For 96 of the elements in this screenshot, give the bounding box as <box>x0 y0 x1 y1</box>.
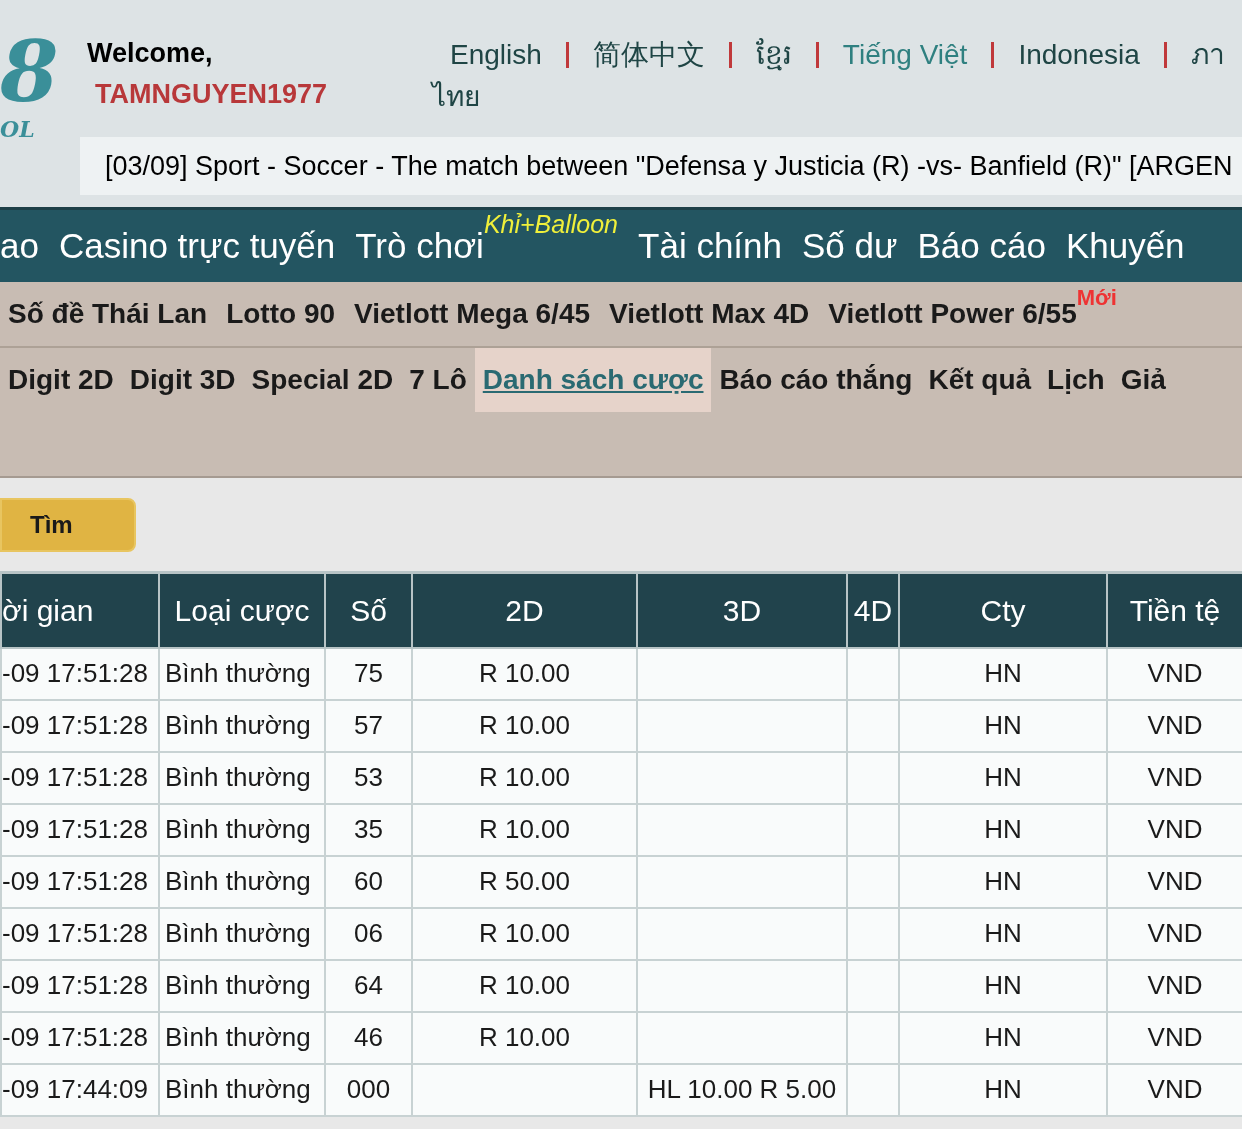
table-cell: -09 17:51:28 <box>2 866 148 896</box>
table-cell: -09 17:51:28 <box>2 918 148 948</box>
table-cell: HN <box>984 658 1022 688</box>
table-cell: HL 10.00 R 5.00 <box>647 1074 837 1104</box>
table-cell: Bình thường <box>165 658 311 688</box>
sub-nav-tab[interactable]: Báo cáo thắng <box>711 348 921 412</box>
table-cell: 57 <box>354 710 383 740</box>
table-cell: 46 <box>354 1022 383 1052</box>
game-link[interactable]: Vietlott Mega 6/45 <box>354 293 591 335</box>
game-link[interactable]: Lotto 90 <box>226 293 336 335</box>
promo-label: Khỉ+Balloon <box>483 208 619 240</box>
language-link[interactable]: Tiếng Việt <box>842 34 968 76</box>
table-cell: 06 <box>354 918 383 948</box>
column-header: 3D <box>637 572 847 648</box>
game-link[interactable]: Vietlott Max 4D <box>609 293 810 335</box>
welcome-text: Welcome, <box>87 37 213 70</box>
column-header: Loại cược <box>159 572 325 648</box>
table-cell: 60 <box>354 866 383 896</box>
table-cell: R 10.00 <box>478 814 571 844</box>
new-label: Mới <box>1076 284 1117 312</box>
game-link[interactable]: Số đề Thái Lan <box>8 293 208 335</box>
table-cell: Bình thường <box>165 762 311 792</box>
language-link[interactable]: ภา <box>1190 34 1225 76</box>
table-cell: HN <box>984 710 1022 740</box>
column-header: 2D <box>412 572 637 648</box>
column-header: ời gian <box>1 572 159 648</box>
table-cell: 35 <box>354 814 383 844</box>
sub-nav-tab[interactable]: Giả <box>1112 348 1174 412</box>
table-cell: R 10.00 <box>478 970 571 1000</box>
table-cell: 53 <box>354 762 383 792</box>
table-cell: VND <box>1147 970 1203 1000</box>
table-cell: -09 17:51:28 <box>2 658 148 688</box>
language-link[interactable]: Indonesia <box>1018 34 1140 76</box>
table-cell: Bình thường <box>165 814 311 844</box>
table-cell: VND <box>1147 762 1203 792</box>
table-cell: HN <box>984 1022 1022 1052</box>
column-header: Cty <box>899 572 1107 648</box>
game-link[interactable]: Vietlott Power 6/55 <box>828 293 1077 335</box>
sub-nav-tab[interactable]: Lịch <box>1039 348 1113 412</box>
language-link[interactable]: ខ្មែរ <box>755 34 792 76</box>
nav-link[interactable]: Số dư <box>802 219 898 273</box>
table-cell: -09 17:44:09 <box>2 1074 148 1104</box>
table-cell: R 10.00 <box>478 762 571 792</box>
table-cell: R 10.00 <box>478 710 571 740</box>
table-cell: Bình thường <box>165 918 311 948</box>
nav-link[interactable]: Báo cáo <box>917 219 1046 273</box>
table-cell: Bình thường <box>165 866 311 896</box>
table-cell: HN <box>984 814 1022 844</box>
search-button[interactable]: Tìm <box>0 497 136 552</box>
sub-nav-tab[interactable]: Special 2D <box>243 348 402 412</box>
table-cell: VND <box>1147 918 1203 948</box>
table-cell: HN <box>984 866 1022 896</box>
username: TAMNGUYEN1977 <box>94 77 328 111</box>
nav-link[interactable]: Casino trực tuyến <box>58 219 336 273</box>
table-cell: 64 <box>354 970 383 1000</box>
table-cell: -09 17:51:28 <box>2 970 148 1000</box>
table-cell: VND <box>1147 866 1203 896</box>
news-ticker: [03/09] Sport - Soccer - The match between "Defensa y Justicia (R) -vs- Banfield (R)" [ARGEN <box>80 137 1242 195</box>
table-cell: VND <box>1147 658 1203 688</box>
table-cell: HN <box>984 970 1022 1000</box>
table-cell: HN <box>984 762 1022 792</box>
table-cell: 000 <box>346 1074 391 1104</box>
table-cell: Bình thường <box>165 970 311 1000</box>
language-link[interactable]: 简体中文 <box>592 34 705 76</box>
sub-nav-tab[interactable]: Danh sách cược <box>474 348 712 412</box>
table-cell: 75 <box>354 658 383 688</box>
table-cell: VND <box>1147 710 1203 740</box>
table-cell: VND <box>1147 1074 1203 1104</box>
sub-nav-tab[interactable]: Kết quả <box>920 348 1040 412</box>
nav-link[interactable]: Tài chính <box>638 219 782 273</box>
table-cell: -09 17:51:28 <box>2 1022 148 1052</box>
language-link[interactable]: ไทย <box>432 76 480 118</box>
language-link[interactable]: English <box>450 34 542 76</box>
sub-nav-tab[interactable]: Digit 2D <box>0 348 122 412</box>
table-cell: Bình thường <box>165 1022 311 1052</box>
table-cell: R 10.00 <box>478 658 571 688</box>
table-cell: HN <box>984 918 1022 948</box>
table-cell: VND <box>1147 1022 1203 1052</box>
table-cell: -09 17:51:28 <box>2 762 148 792</box>
table-cell: R 50.00 <box>478 866 571 896</box>
sub-nav-tab[interactable]: Digit 3D <box>121 348 244 412</box>
table-cell: VND <box>1147 814 1203 844</box>
sub-nav-tab[interactable]: 7 Lô <box>401 348 475 412</box>
nav-link[interactable]: Trò chơi <box>355 219 484 273</box>
logo-text: OL <box>0 118 35 140</box>
column-header: Số <box>325 572 412 648</box>
column-header: 4D <box>847 572 899 648</box>
table-cell: R 10.00 <box>478 1022 571 1052</box>
table-cell: HN <box>984 1074 1022 1104</box>
table-cell: Bình thường <box>165 1074 311 1104</box>
table-cell: Bình thường <box>165 710 311 740</box>
table-cell: R 10.00 <box>478 918 571 948</box>
nav-link[interactable]: Khuyến <box>1065 219 1185 273</box>
nav-link[interactable]: ao <box>0 219 39 273</box>
table-cell: -09 17:51:28 <box>2 710 148 740</box>
table-cell: -09 17:51:28 <box>2 814 148 844</box>
